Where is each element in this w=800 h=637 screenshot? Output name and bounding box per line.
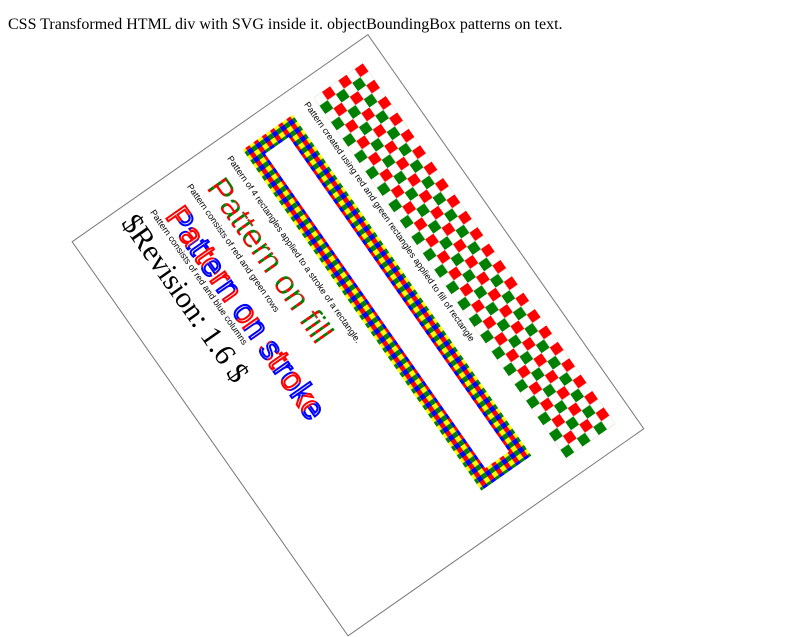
pattern-filled-rectangle xyxy=(313,63,616,459)
svg-canvas: Pattern created using red and green rect… xyxy=(71,34,645,637)
page-caption: CSS Transformed HTML div with SVG inside… xyxy=(8,16,563,33)
css-transformed-div: Pattern created using red and green rect… xyxy=(71,34,645,637)
